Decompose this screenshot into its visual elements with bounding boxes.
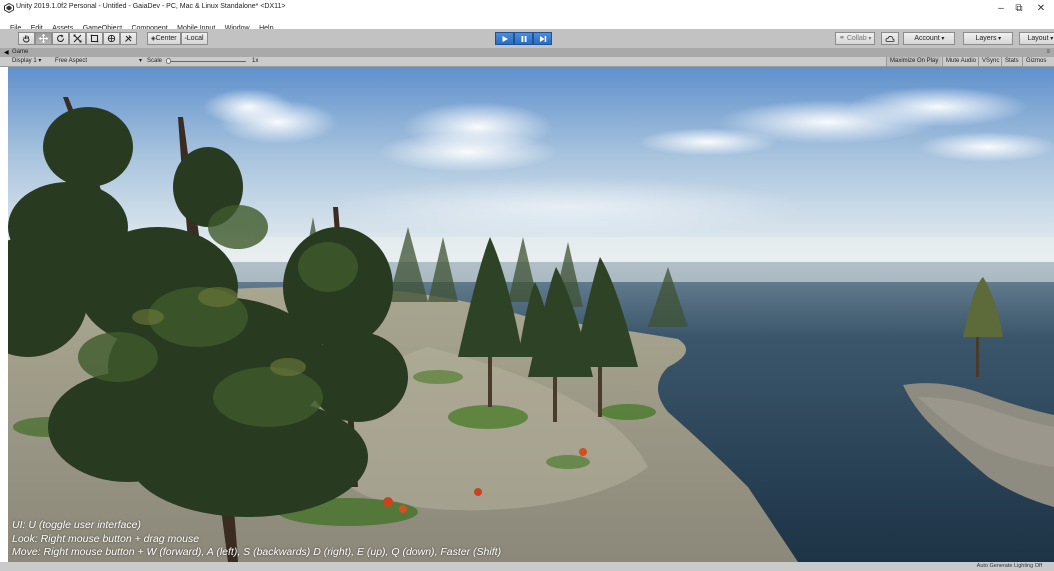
display-label: Display 1 xyxy=(12,58,37,64)
menu-bar: File Edit Assets GameObject Component Mo… xyxy=(0,17,1054,32)
mute-audio-toggle[interactable]: Mute Audio xyxy=(942,57,979,66)
help-line-ui: UI: U (toggle user interface) xyxy=(12,519,141,531)
rect-tool-icon[interactable] xyxy=(86,32,103,45)
account-dropdown[interactable]: Account xyxy=(903,32,956,45)
collab-label: Collab xyxy=(846,35,867,42)
layers-dropdown[interactable]: Layers xyxy=(963,32,1014,45)
cloud-icon xyxy=(885,35,895,42)
step-button[interactable] xyxy=(533,32,552,45)
unity-logo-icon xyxy=(4,3,14,13)
right-toolbar: ⚭ Collab Account Layers Layout xyxy=(835,32,1054,45)
help-line-move: Move: Right mouse button + W (forward), … xyxy=(12,546,502,558)
scale-slider-handle[interactable] xyxy=(166,58,171,64)
game-tab-bar: ◀ Game ≡ xyxy=(0,48,1054,57)
aspect-chevron-icon: ▾ xyxy=(139,58,143,64)
lighting-status[interactable]: Auto Generate Lighting Off xyxy=(977,562,1042,571)
tab-game[interactable]: Game xyxy=(12,48,28,57)
hand-tool-icon[interactable] xyxy=(18,32,35,45)
account-label: Account xyxy=(914,35,940,42)
game-view-toolbar: Display 1 ▾ Free Aspect ▾ Scale 1x Maximi… xyxy=(0,57,1054,67)
rotate-tool-icon[interactable] xyxy=(52,32,69,45)
pivot-rotation-button[interactable]: ▫Local xyxy=(180,32,208,45)
game-controller-icon: ◀ xyxy=(4,50,9,56)
scale-slider-track xyxy=(168,61,246,62)
help-line-look: Look: Right mouse button + drag mouse xyxy=(12,533,200,545)
play-controls xyxy=(495,32,552,45)
pivot-toggles: ◈Center ▫Local xyxy=(147,32,208,45)
scale-value: 1x xyxy=(252,58,259,64)
display-dropdown[interactable]: Display 1 ▾ xyxy=(12,57,41,66)
move-tool-icon[interactable] xyxy=(35,32,52,45)
maximize-on-play-toggle[interactable]: Maximize On Play xyxy=(886,57,942,66)
tab-menu-icon[interactable]: ≡ xyxy=(1046,48,1050,57)
transform-tool-icon[interactable] xyxy=(103,32,120,45)
scale-label: Scale xyxy=(147,58,163,64)
scale-tool-icon[interactable] xyxy=(69,32,86,45)
space-label: Local xyxy=(186,35,204,42)
layout-dropdown[interactable]: Layout xyxy=(1019,32,1054,45)
stats-toggle[interactable]: Stats xyxy=(1001,57,1022,66)
transform-tools xyxy=(18,32,137,45)
aspect-label: Free Aspect xyxy=(55,58,88,64)
aspect-dropdown[interactable]: Free Aspect ▾ xyxy=(55,57,142,66)
game-viewport[interactable]: UI: U (toggle user interface) Look: Righ… xyxy=(8,67,1054,562)
collab-button[interactable]: ⚭ Collab xyxy=(835,32,876,45)
close-button[interactable]: ✕ xyxy=(1030,2,1052,16)
play-button[interactable] xyxy=(495,32,514,45)
pivot-mode-button[interactable]: ◈Center xyxy=(147,32,181,45)
main-toolbar: ◈Center ▫Local ⚭ Collab Account Layers L… xyxy=(0,29,1054,49)
pause-button[interactable] xyxy=(514,32,533,45)
maximize-button[interactable]: ⧉ xyxy=(1008,2,1030,16)
gizmos-dropdown[interactable]: Gizmos xyxy=(1022,57,1049,66)
layout-label: Layout xyxy=(1027,35,1049,42)
window-title: Unity 2019.1.0f2 Personal - Untitled - G… xyxy=(16,3,286,10)
title-bar: Unity 2019.1.0f2 Personal - Untitled - G… xyxy=(0,0,1054,18)
cloud-button[interactable] xyxy=(881,32,900,45)
custom-tool-icon[interactable] xyxy=(120,32,137,45)
pivot-label: Center xyxy=(155,35,177,42)
vsync-toggle[interactable]: VSync xyxy=(978,57,1002,66)
collab-icon: ⚭ xyxy=(839,35,847,42)
layers-label: Layers xyxy=(975,35,997,42)
game-scene xyxy=(8,67,1054,562)
status-bar: Auto Generate Lighting Off xyxy=(0,562,1054,571)
